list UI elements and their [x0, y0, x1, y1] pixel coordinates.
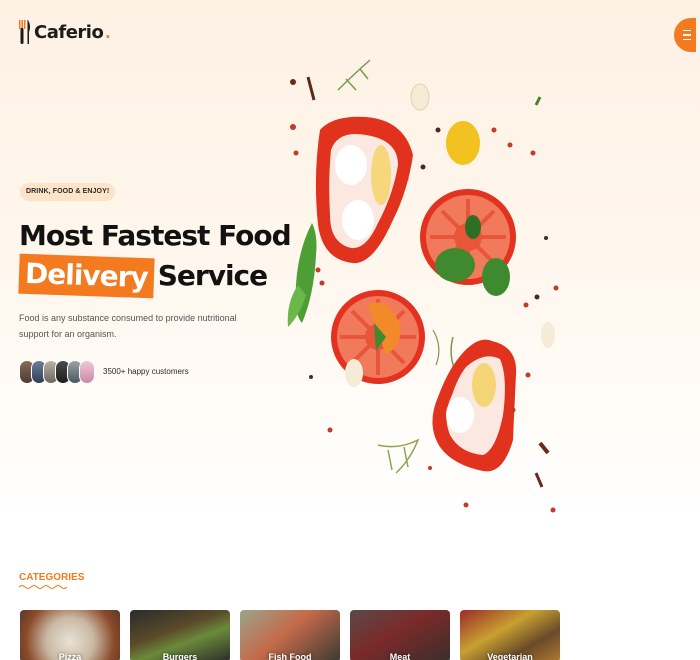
wavy-underline: [19, 585, 67, 589]
customers-count: 3500+ happy customers: [103, 367, 189, 376]
category-label: Fish Food: [268, 652, 312, 660]
category-card-pizza[interactable]: Pizza: [20, 610, 120, 660]
categories-title: CATEGORIES: [19, 572, 85, 583]
headline-line2: Delivery Service: [18, 253, 291, 299]
headline-highlight: Delivery: [18, 253, 155, 299]
hero-headline: Most Fastest Food Delivery Service: [18, 216, 292, 299]
avatar: [79, 360, 95, 384]
category-label: Vegetarian: [487, 652, 533, 660]
category-card-fish-food[interactable]: Fish Food: [240, 610, 340, 660]
category-label: Burgers: [162, 652, 198, 660]
brand-logo[interactable]: Caferio.: [18, 18, 110, 46]
category-label: Pizza: [58, 652, 82, 660]
brand-dot: .: [105, 21, 111, 42]
hamburger-menu-icon: [683, 28, 691, 42]
fork-knife-icon: [19, 20, 31, 44]
hero-badge: DRINK, FOOD & ENJOY!: [20, 183, 116, 201]
category-label: Meat: [389, 652, 411, 660]
hero-description: Food is any substance consumed to provid…: [19, 313, 237, 339]
headline-rest: Service: [157, 259, 268, 292]
customer-avatars: [19, 360, 95, 384]
hero-food-image: [287, 59, 559, 513]
category-cards: Pizza Burgers Fish Food Meat Vegetarian: [20, 610, 560, 660]
category-card-meat[interactable]: Meat: [350, 610, 450, 660]
brand-name: Caferio: [34, 21, 104, 43]
headline-line1: Most Fastest Food: [19, 219, 292, 252]
category-card-burgers[interactable]: Burgers: [130, 610, 230, 660]
category-card-vegetarian[interactable]: Vegetarian: [460, 610, 560, 660]
